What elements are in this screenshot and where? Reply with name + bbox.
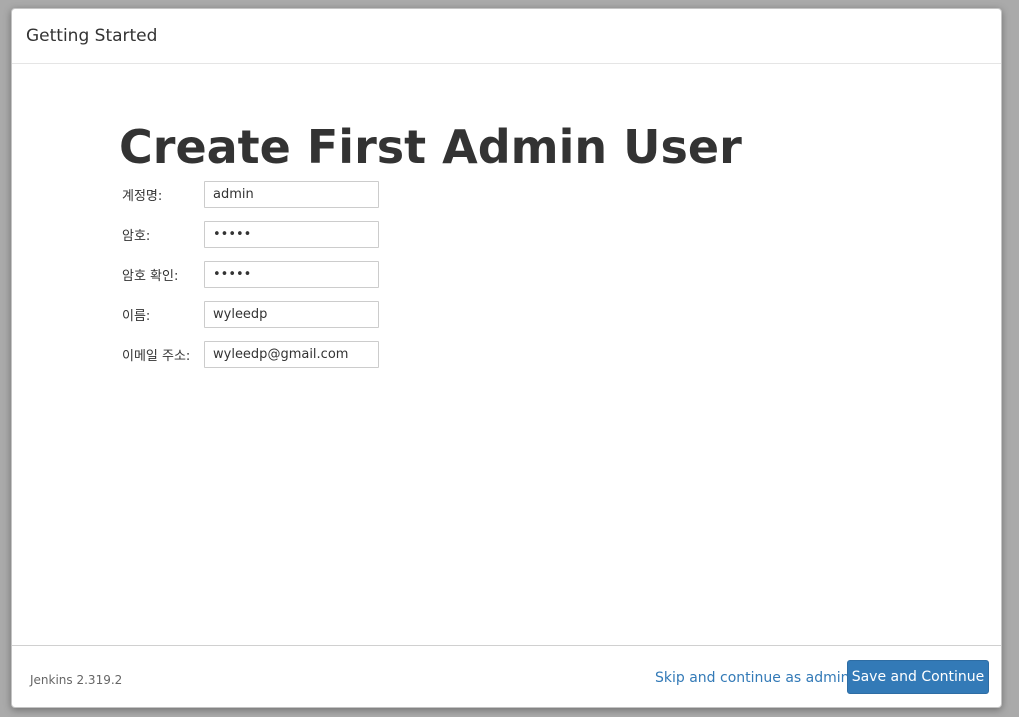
confirm-password-input[interactable] <box>204 261 379 288</box>
username-input[interactable] <box>204 181 379 208</box>
confirm-password-row: 암호 확인: <box>122 261 422 291</box>
dialog-title: Getting Started <box>26 26 158 46</box>
username-label: 계정명: <box>122 189 163 204</box>
password-row: 암호: <box>122 221 422 251</box>
dialog-footer: Jenkins 2.319.2 Skip and continue as adm… <box>12 645 1001 707</box>
password-input[interactable] <box>204 221 379 248</box>
page-heading: Create First Admin User <box>119 120 742 174</box>
username-row: 계정명: <box>122 181 422 211</box>
confirm-password-label: 암호 확인: <box>122 269 179 284</box>
email-label: 이메일 주소: <box>122 349 191 364</box>
email-input[interactable] <box>204 341 379 368</box>
setup-wizard-dialog: Getting Started Create First Admin User … <box>11 8 1002 708</box>
fullname-label: 이름: <box>122 309 151 324</box>
version-text: Jenkins 2.319.2 <box>30 673 123 687</box>
save-continue-button[interactable]: Save and Continue <box>847 660 989 694</box>
fullname-row: 이름: <box>122 301 422 331</box>
skip-continue-link[interactable]: Skip and continue as admin <box>655 670 850 686</box>
dialog-body: Create First Admin User 계정명: 암호: 암호 확인: … <box>12 64 1001 644</box>
email-row: 이메일 주소: <box>122 341 422 371</box>
fullname-input[interactable] <box>204 301 379 328</box>
password-label: 암호: <box>122 229 151 244</box>
dialog-header: Getting Started <box>12 9 1001 64</box>
